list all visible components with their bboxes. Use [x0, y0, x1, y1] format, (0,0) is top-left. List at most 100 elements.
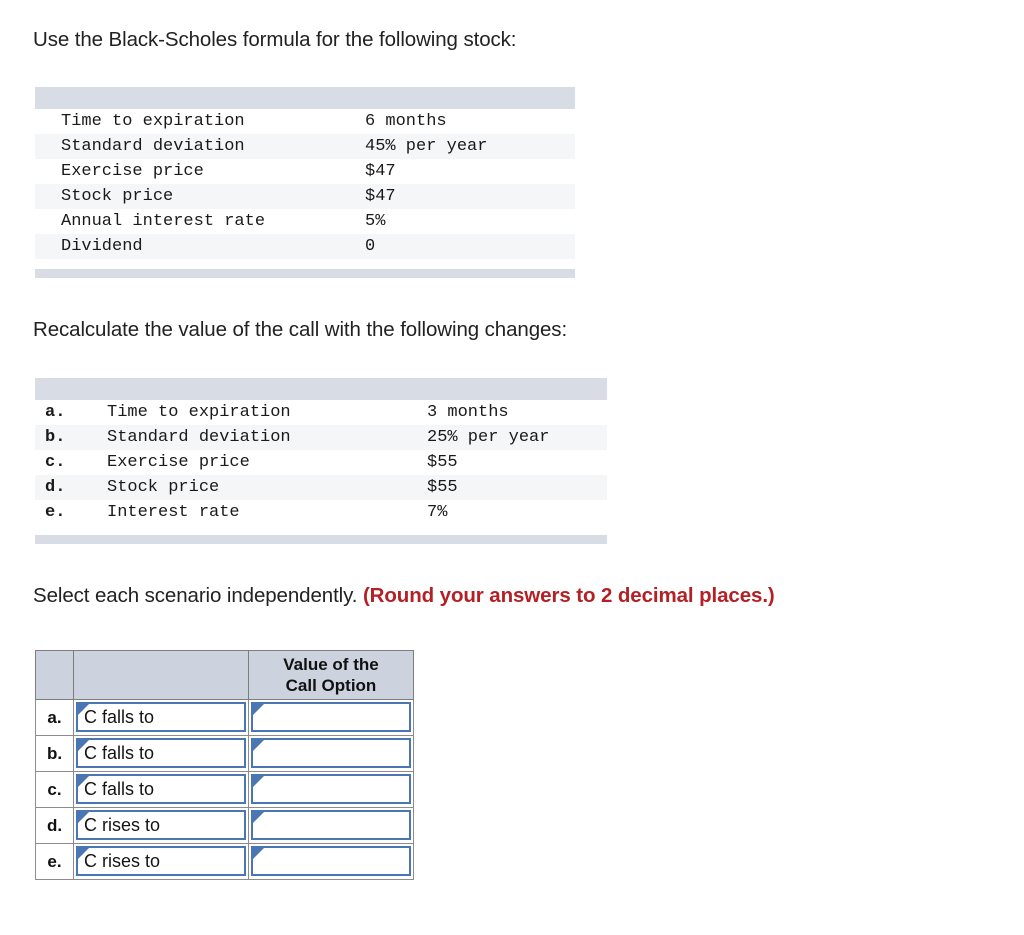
changes-table-header-bar [35, 378, 607, 400]
intro-line-1: Use the Black-Scholes formula for the fo… [33, 28, 517, 51]
table-row: d. Stock price $55 [35, 475, 607, 500]
answer-input-d[interactable] [251, 810, 411, 840]
answer-row-input-cell [248, 735, 414, 772]
header-cell-value-of-call-option: Value of the Call Option [248, 650, 414, 700]
intro-line-3: Select each scenario independently. (Rou… [33, 583, 775, 609]
answer-input-e[interactable] [251, 846, 411, 876]
table-row: Stock price $47 [35, 184, 575, 209]
header-title-line-1: Value of the [283, 655, 379, 674]
table-row: Exercise price $47 [35, 159, 575, 184]
answer-row-description-cell: C rises to [73, 807, 249, 844]
description-text: C rises to [84, 851, 161, 871]
changes-table: a. Time to expiration 3 months b. Standa… [35, 378, 607, 544]
corner-flag-icon [253, 776, 264, 787]
changes-row-letter: e. [45, 503, 66, 522]
answer-input-c[interactable] [251, 774, 411, 804]
rounding-instruction: (Round your answers to 2 decimal places.… [362, 584, 775, 607]
answer-row-description-cell: C falls to [73, 771, 249, 808]
changes-row-letter: a. [45, 403, 66, 422]
stock-row-label: Stock price [61, 187, 174, 206]
stock-row-label: Time to expiration [61, 112, 245, 131]
description-field-d[interactable]: C rises to [76, 810, 246, 840]
answer-table-head: Value of the Call Option [35, 650, 414, 700]
corner-flag-icon [78, 704, 89, 715]
description-text: C falls to [84, 743, 155, 763]
changes-row-label: Time to expiration [107, 403, 291, 422]
changes-row-label: Stock price [107, 478, 220, 497]
changes-table-spacer [35, 525, 607, 535]
table-row: b. C falls to [35, 735, 414, 772]
changes-row-value: 25% per year [427, 428, 550, 447]
table-row: e. C rises to [35, 843, 414, 880]
changes-row-label: Exercise price [107, 453, 250, 472]
changes-table-footer-bar [35, 535, 607, 544]
corner-flag-icon [78, 812, 89, 823]
table-row: a. Time to expiration 3 months [35, 400, 607, 425]
answer-row-input-cell [248, 807, 414, 844]
table-row: a. C falls to [35, 699, 414, 736]
stock-row-label: Dividend [61, 237, 143, 256]
stock-row-value: 6 months [365, 112, 447, 131]
answer-table-header-row: Value of the Call Option [35, 650, 414, 700]
description-field-b[interactable]: C falls to [76, 738, 246, 768]
answer-row-input-cell [248, 843, 414, 880]
answer-row-description-cell: C falls to [73, 735, 249, 772]
table-row: c. Exercise price $55 [35, 450, 607, 475]
changes-row-value: 7% [427, 503, 448, 522]
answer-row-input-cell [248, 699, 414, 736]
table-row: c. C falls to [35, 771, 414, 808]
answer-row-letter: d. [35, 807, 74, 844]
corner-flag-icon [253, 848, 264, 859]
answer-row-letter: e. [35, 843, 74, 880]
table-row: Time to expiration 6 months [35, 109, 575, 134]
answer-table-body: a. C falls to b. C falls to c. C falls t… [35, 699, 414, 880]
stock-parameters-table: Time to expiration 6 months Standard dev… [35, 87, 575, 278]
intro-line-3-plain: Select each scenario independently. [33, 584, 363, 607]
header-title-line-2: Call Option [285, 676, 377, 695]
table-row: e. Interest rate 7% [35, 500, 607, 525]
stock-row-label: Standard deviation [61, 137, 245, 156]
table-row: b. Standard deviation 25% per year [35, 425, 607, 450]
description-text: C falls to [84, 779, 155, 799]
stock-table-rows: Time to expiration 6 months Standard dev… [35, 109, 575, 259]
description-text: C rises to [84, 815, 161, 835]
stock-table-header-bar [35, 87, 575, 109]
answer-table: Value of the Call Option a. C falls to b… [35, 650, 414, 880]
changes-row-letter: d. [45, 478, 66, 497]
worksheet-page: Use the Black-Scholes formula for the fo… [0, 0, 1024, 935]
changes-row-letter: b. [45, 428, 66, 447]
table-row: Standard deviation 45% per year [35, 134, 575, 159]
answer-row-input-cell [248, 771, 414, 808]
changes-row-letter: c. [45, 453, 66, 472]
description-field-a[interactable]: C falls to [76, 702, 246, 732]
description-text: C falls to [84, 707, 155, 727]
intro-line-2: Recalculate the value of the call with t… [33, 318, 568, 341]
corner-flag-icon [253, 740, 264, 751]
description-field-e[interactable]: C rises to [76, 846, 246, 876]
changes-row-value: 3 months [427, 403, 509, 422]
answer-input-a[interactable] [251, 702, 411, 732]
corner-flag-icon [78, 740, 89, 751]
stock-row-label: Exercise price [61, 162, 204, 181]
changes-row-label: Interest rate [107, 503, 240, 522]
description-field-c[interactable]: C falls to [76, 774, 246, 804]
corner-flag-icon [253, 704, 264, 715]
table-row: Dividend 0 [35, 234, 575, 259]
answer-row-letter: c. [35, 771, 74, 808]
corner-flag-icon [78, 776, 89, 787]
stock-table-footer-bar [35, 269, 575, 278]
answer-row-letter: b. [35, 735, 74, 772]
stock-row-value: 45% per year [365, 137, 488, 156]
stock-row-value: 0 [365, 237, 376, 256]
changes-row-value: $55 [427, 453, 458, 472]
corner-flag-icon [78, 848, 89, 859]
answer-row-description-cell: C rises to [73, 843, 249, 880]
stock-row-value: 5% [365, 212, 386, 231]
answer-row-description-cell: C falls to [73, 699, 249, 736]
changes-row-label: Standard deviation [107, 428, 291, 447]
header-cell-blank-2 [73, 650, 249, 700]
header-cell-blank-1 [35, 650, 74, 700]
stock-row-value: $47 [365, 187, 396, 206]
answer-input-b[interactable] [251, 738, 411, 768]
stock-table-spacer [35, 259, 575, 269]
